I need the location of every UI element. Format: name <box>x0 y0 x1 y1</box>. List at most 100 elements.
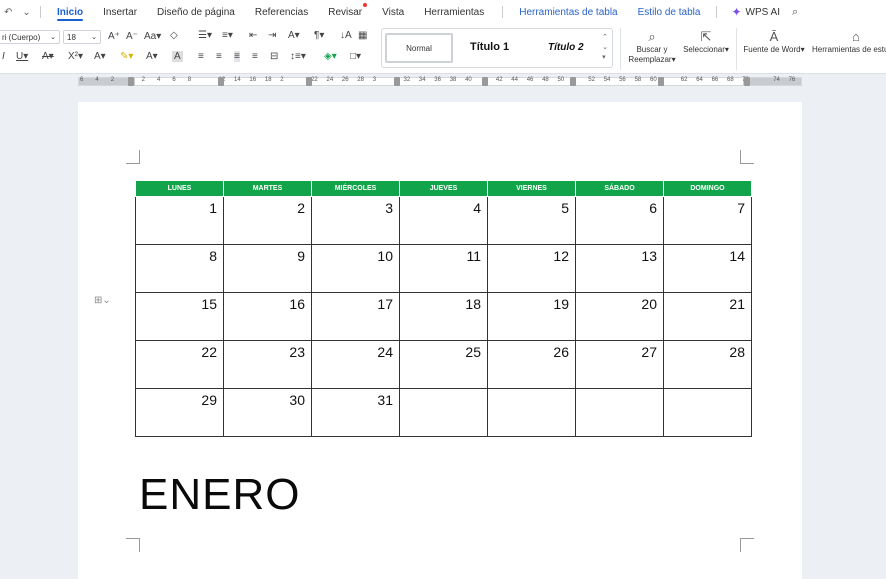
shrink-font-icon[interactable]: A⁻ <box>126 31 138 42</box>
calendar-day-cell[interactable]: 21 <box>663 292 752 341</box>
calendar-day-cell[interactable]: 2 <box>223 196 312 245</box>
buscar-reemplazar-button[interactable]: ⌕ Buscar y Reemplazar▾ <box>626 30 678 65</box>
align-left-icon[interactable]: ≡ <box>198 51 204 62</box>
underline-icon[interactable]: U▾ <box>16 51 28 62</box>
shading-icon[interactable]: ◈▾ <box>324 51 337 62</box>
day-header[interactable]: VIERNES <box>487 180 576 197</box>
styles-scroll[interactable]: ⌃ ⌄ ▾ <box>602 33 608 63</box>
undo-icon[interactable]: ↶ <box>4 7 12 18</box>
wps-ai-button[interactable]: ✦ WPS AI <box>723 5 788 19</box>
calendar-day-cell[interactable]: 23 <box>223 340 312 389</box>
font-color-icon[interactable]: A▾ <box>146 51 158 62</box>
ruler-column-marker[interactable] <box>218 77 224 86</box>
calendar-day-cell[interactable]: 4 <box>399 196 488 245</box>
calendar-day-cell[interactable] <box>399 388 488 437</box>
italic-icon[interactable]: I <box>2 51 5 62</box>
calendar-day-cell[interactable]: 27 <box>575 340 664 389</box>
strikethrough-icon[interactable]: A▾ <box>42 51 54 62</box>
ruler-column-marker[interactable] <box>128 77 134 86</box>
calendar-day-cell[interactable]: 8 <box>135 244 224 293</box>
calendar-day-cell[interactable]: 6 <box>575 196 664 245</box>
tab-estilo-de-tabla[interactable]: Estilo de tabla <box>628 0 711 24</box>
style-titulo-2[interactable]: Título 2 <box>548 42 584 53</box>
tab-diseno-de-pagina[interactable]: Diseño de página <box>147 0 245 24</box>
justify-icon[interactable]: ≡ <box>252 51 258 62</box>
tab-vista[interactable]: Vista <box>372 0 414 24</box>
seleccionar-button[interactable]: ⇱ Seleccionar▾ <box>680 30 732 55</box>
day-header[interactable]: DOMINGO <box>663 180 752 197</box>
document-page[interactable]: LUNES MARTES MIÉRCOLES JUEVES VIERNES SÁ… <box>78 102 802 579</box>
calendar-day-cell[interactable]: 3 <box>311 196 400 245</box>
calendar-day-cell[interactable]: 31 <box>311 388 400 437</box>
borders-icon[interactable]: □▾ <box>350 51 361 62</box>
ruler-column-marker[interactable] <box>658 77 664 86</box>
tab-insertar[interactable]: Insertar <box>93 0 147 24</box>
calendar-day-cell[interactable]: 12 <box>487 244 576 293</box>
calendar-day-cell[interactable]: 1 <box>135 196 224 245</box>
line-spacing-icon[interactable]: ↕≡▾ <box>290 51 306 62</box>
align-center-icon[interactable]: ≡ <box>216 51 222 62</box>
sort-icon[interactable]: ↓A <box>340 30 352 41</box>
clear-format-icon[interactable]: ◇ <box>170 30 178 41</box>
chevron-down-icon[interactable]: ⌄ <box>22 7 30 18</box>
calendar-day-cell[interactable]: 30 <box>223 388 312 437</box>
calendar-day-cell[interactable]: 13 <box>575 244 664 293</box>
fuente-de-word-button[interactable]: Ā Fuente de Word▾ <box>740 30 808 55</box>
calendar-day-cell[interactable]: 26 <box>487 340 576 389</box>
distribute-icon[interactable]: ⊟ <box>270 51 278 62</box>
day-header[interactable]: JUEVES <box>399 180 488 197</box>
calendar-day-cell[interactable]: 20 <box>575 292 664 341</box>
calendar-day-cell[interactable]: 15 <box>135 292 224 341</box>
highlight-icon[interactable]: ✎▾ <box>120 51 133 62</box>
change-case-icon[interactable]: Aa▾ <box>144 31 161 42</box>
calendar-day-cell[interactable]: 19 <box>487 292 576 341</box>
calendar-day-cell[interactable]: 28 <box>663 340 752 389</box>
calendar-table[interactable]: LUNES MARTES MIÉRCOLES JUEVES VIERNES SÁ… <box>135 180 752 437</box>
table-layout-icon[interactable]: ▦ <box>358 30 367 41</box>
tab-inicio[interactable]: Inicio <box>47 0 93 24</box>
calendar-day-cell[interactable]: 14 <box>663 244 752 293</box>
calendar-day-cell[interactable]: 7 <box>663 196 752 245</box>
paragraph-mark-icon[interactable]: ¶▾ <box>314 30 324 41</box>
calendar-day-cell[interactable]: 18 <box>399 292 488 341</box>
day-header[interactable]: LUNES <box>135 180 224 197</box>
day-header[interactable]: MIÉRCOLES <box>311 180 400 197</box>
style-normal[interactable]: Normal <box>385 33 453 63</box>
tab-referencias[interactable]: Referencias <box>245 0 318 24</box>
tab-revisar[interactable]: Revisar <box>318 0 372 24</box>
calendar-day-cell[interactable]: 9 <box>223 244 312 293</box>
table-move-handle-icon[interactable]: ⊞⌄ <box>94 295 111 306</box>
tab-herramientas-de-tabla[interactable]: Herramientas de tabla <box>509 0 627 24</box>
ruler-column-marker[interactable] <box>482 77 488 86</box>
day-header[interactable]: MARTES <box>223 180 312 197</box>
horizontal-ruler[interactable]: 6422468121416182222426283323436384042444… <box>78 77 802 86</box>
search-icon[interactable]: ⌕ <box>788 6 798 19</box>
superscript-icon[interactable]: X²▾ <box>68 51 83 62</box>
font-size-select[interactable]: 18 ⌄ <box>63 30 101 44</box>
decrease-indent-icon[interactable]: ⇤ <box>249 30 257 41</box>
calendar-day-cell[interactable] <box>487 388 576 437</box>
calendar-day-cell[interactable] <box>663 388 752 437</box>
ruler-column-marker[interactable] <box>306 77 312 86</box>
font-name-select[interactable]: ri (Cuerpo) ⌄ <box>0 30 60 44</box>
calendar-day-cell[interactable]: 10 <box>311 244 400 293</box>
month-title[interactable]: ENERO <box>139 470 300 520</box>
bullets-icon[interactable]: ☰▾ <box>198 30 212 41</box>
ruler-column-marker[interactable] <box>394 77 400 86</box>
align-right-icon[interactable]: ≡ <box>234 51 240 62</box>
text-direction-icon[interactable]: A▾ <box>288 30 300 41</box>
ruler-indent-marker[interactable] <box>744 77 750 86</box>
style-titulo-1[interactable]: Título 1 <box>470 41 509 53</box>
calendar-day-cell[interactable]: 22 <box>135 340 224 389</box>
increase-indent-icon[interactable]: ⇥ <box>268 30 276 41</box>
herramientas-estudio-button[interactable]: ⌂ Herramientas de estu <box>812 30 886 55</box>
calendar-day-cell[interactable]: 17 <box>311 292 400 341</box>
char-shading-icon[interactable]: A <box>172 51 183 62</box>
grow-font-icon[interactable]: A⁺ <box>108 31 120 42</box>
calendar-day-cell[interactable]: 29 <box>135 388 224 437</box>
calendar-day-cell[interactable]: 11 <box>399 244 488 293</box>
calendar-day-cell[interactable]: 25 <box>399 340 488 389</box>
text-effects-icon[interactable]: A▾ <box>94 51 106 62</box>
tab-herramientas[interactable]: Herramientas <box>414 0 494 24</box>
day-header[interactable]: SÁBADO <box>575 180 664 197</box>
